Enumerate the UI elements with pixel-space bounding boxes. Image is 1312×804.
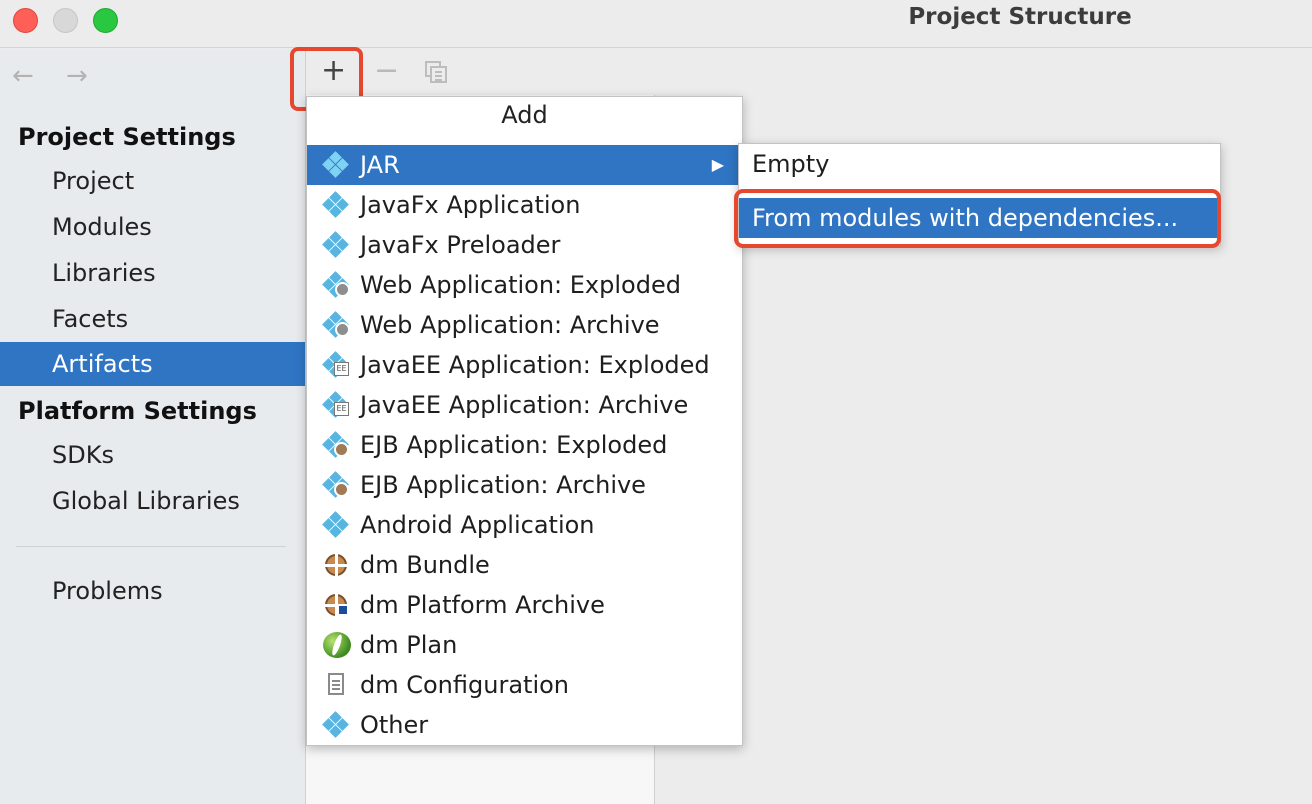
menu-item-label: JavaFx Application <box>360 191 581 219</box>
menu-item-dm-platform-archive[interactable]: dm Platform Archive <box>307 585 742 625</box>
minimize-window-button[interactable] <box>53 8 78 33</box>
menu-item-web-exploded[interactable]: Web Application: Exploded <box>307 265 742 305</box>
settings-sidebar: ← → Project Settings Project Modules Lib… <box>0 49 305 804</box>
menu-item-android-application[interactable]: Android Application <box>307 505 742 545</box>
menu-item-label: dm Plan <box>360 631 458 659</box>
menu-item-jar[interactable]: JAR ▶ <box>307 145 742 185</box>
platform-archive-icon <box>322 592 350 618</box>
sidebar-item-sdks[interactable]: SDKs <box>0 433 305 477</box>
add-artifact-popup: Add JAR ▶ JavaFx Application JavaFx Prel… <box>306 96 743 746</box>
platform-settings-heading: Platform Settings <box>18 397 257 425</box>
configuration-icon <box>322 672 350 698</box>
popup-title: Add <box>501 101 548 129</box>
forward-arrow-icon[interactable]: → <box>66 61 88 91</box>
menu-item-label: Android Application <box>360 511 595 539</box>
menu-item-label: JavaEE Application: Archive <box>360 391 689 419</box>
project-settings-heading: Project Settings <box>18 123 236 151</box>
sidebar-item-problems[interactable]: Problems <box>0 569 305 613</box>
javaee-artifact-icon: EE <box>322 391 350 418</box>
zoom-window-button[interactable] <box>93 8 118 33</box>
sidebar-divider <box>16 546 286 547</box>
menu-item-other[interactable]: Other <box>307 705 742 745</box>
menu-item-label: EJB Application: Exploded <box>360 431 668 459</box>
menu-item-javaee-archive[interactable]: EE JavaEE Application: Archive <box>307 385 742 425</box>
artifact-icon <box>322 191 350 218</box>
artifact-icon <box>322 711 350 738</box>
close-window-button[interactable] <box>13 8 38 33</box>
title-bar: Project Structure <box>0 0 1312 48</box>
menu-item-label: dm Bundle <box>360 551 490 579</box>
sidebar-item-libraries[interactable]: Libraries <box>0 251 305 295</box>
artifact-icon <box>322 511 350 538</box>
web-artifact-icon <box>322 271 350 298</box>
menu-item-label: dm Configuration <box>360 671 570 699</box>
javaee-artifact-icon: EE <box>322 351 350 378</box>
ejb-artifact-icon <box>322 431 350 458</box>
remove-icon[interactable]: − <box>374 53 399 89</box>
menu-item-dm-bundle[interactable]: dm Bundle <box>307 545 742 585</box>
menu-item-web-archive[interactable]: Web Application: Archive <box>307 305 742 345</box>
submenu-item-empty[interactable]: Empty <box>739 144 1220 184</box>
menu-item-label: JAR <box>360 151 400 179</box>
menu-item-label: dm Platform Archive <box>360 591 605 619</box>
sidebar-item-project[interactable]: Project <box>0 159 305 203</box>
sidebar-item-global-libraries[interactable]: Global Libraries <box>0 479 305 523</box>
menu-item-dm-configuration[interactable]: dm Configuration <box>307 665 742 705</box>
back-arrow-icon[interactable]: ← <box>12 61 34 91</box>
from-modules-highlight <box>734 189 1221 248</box>
menu-item-javafx-application[interactable]: JavaFx Application <box>307 185 742 225</box>
menu-item-javaee-exploded[interactable]: EE JavaEE Application: Exploded <box>307 345 742 385</box>
ejb-artifact-icon <box>322 471 350 498</box>
plan-icon <box>322 632 351 658</box>
copy-icon[interactable] <box>425 61 447 83</box>
menu-item-label: JavaFx Preloader <box>360 231 561 259</box>
menu-item-label: Web Application: Exploded <box>360 271 681 299</box>
artifact-icon <box>322 151 350 178</box>
sidebar-item-artifacts[interactable]: Artifacts <box>0 342 305 386</box>
window-title: Project Structure <box>908 4 1132 30</box>
menu-item-label: Web Application: Archive <box>360 311 660 339</box>
web-artifact-icon <box>322 311 350 338</box>
menu-item-javafx-preloader[interactable]: JavaFx Preloader <box>307 225 742 265</box>
menu-item-ejb-archive[interactable]: EJB Application: Archive <box>307 465 742 505</box>
bundle-icon <box>322 552 350 578</box>
sidebar-item-modules[interactable]: Modules <box>0 205 305 249</box>
submenu-arrow-icon: ▶ <box>711 155 724 174</box>
artifact-icon <box>322 231 350 258</box>
menu-item-label: JavaEE Application: Exploded <box>360 351 710 379</box>
menu-item-label: Other <box>360 711 429 739</box>
menu-item-ejb-exploded[interactable]: EJB Application: Exploded <box>307 425 742 465</box>
menu-item-dm-plan[interactable]: dm Plan <box>307 625 742 665</box>
menu-item-label: EJB Application: Archive <box>360 471 646 499</box>
sidebar-item-facets[interactable]: Facets <box>0 297 305 341</box>
